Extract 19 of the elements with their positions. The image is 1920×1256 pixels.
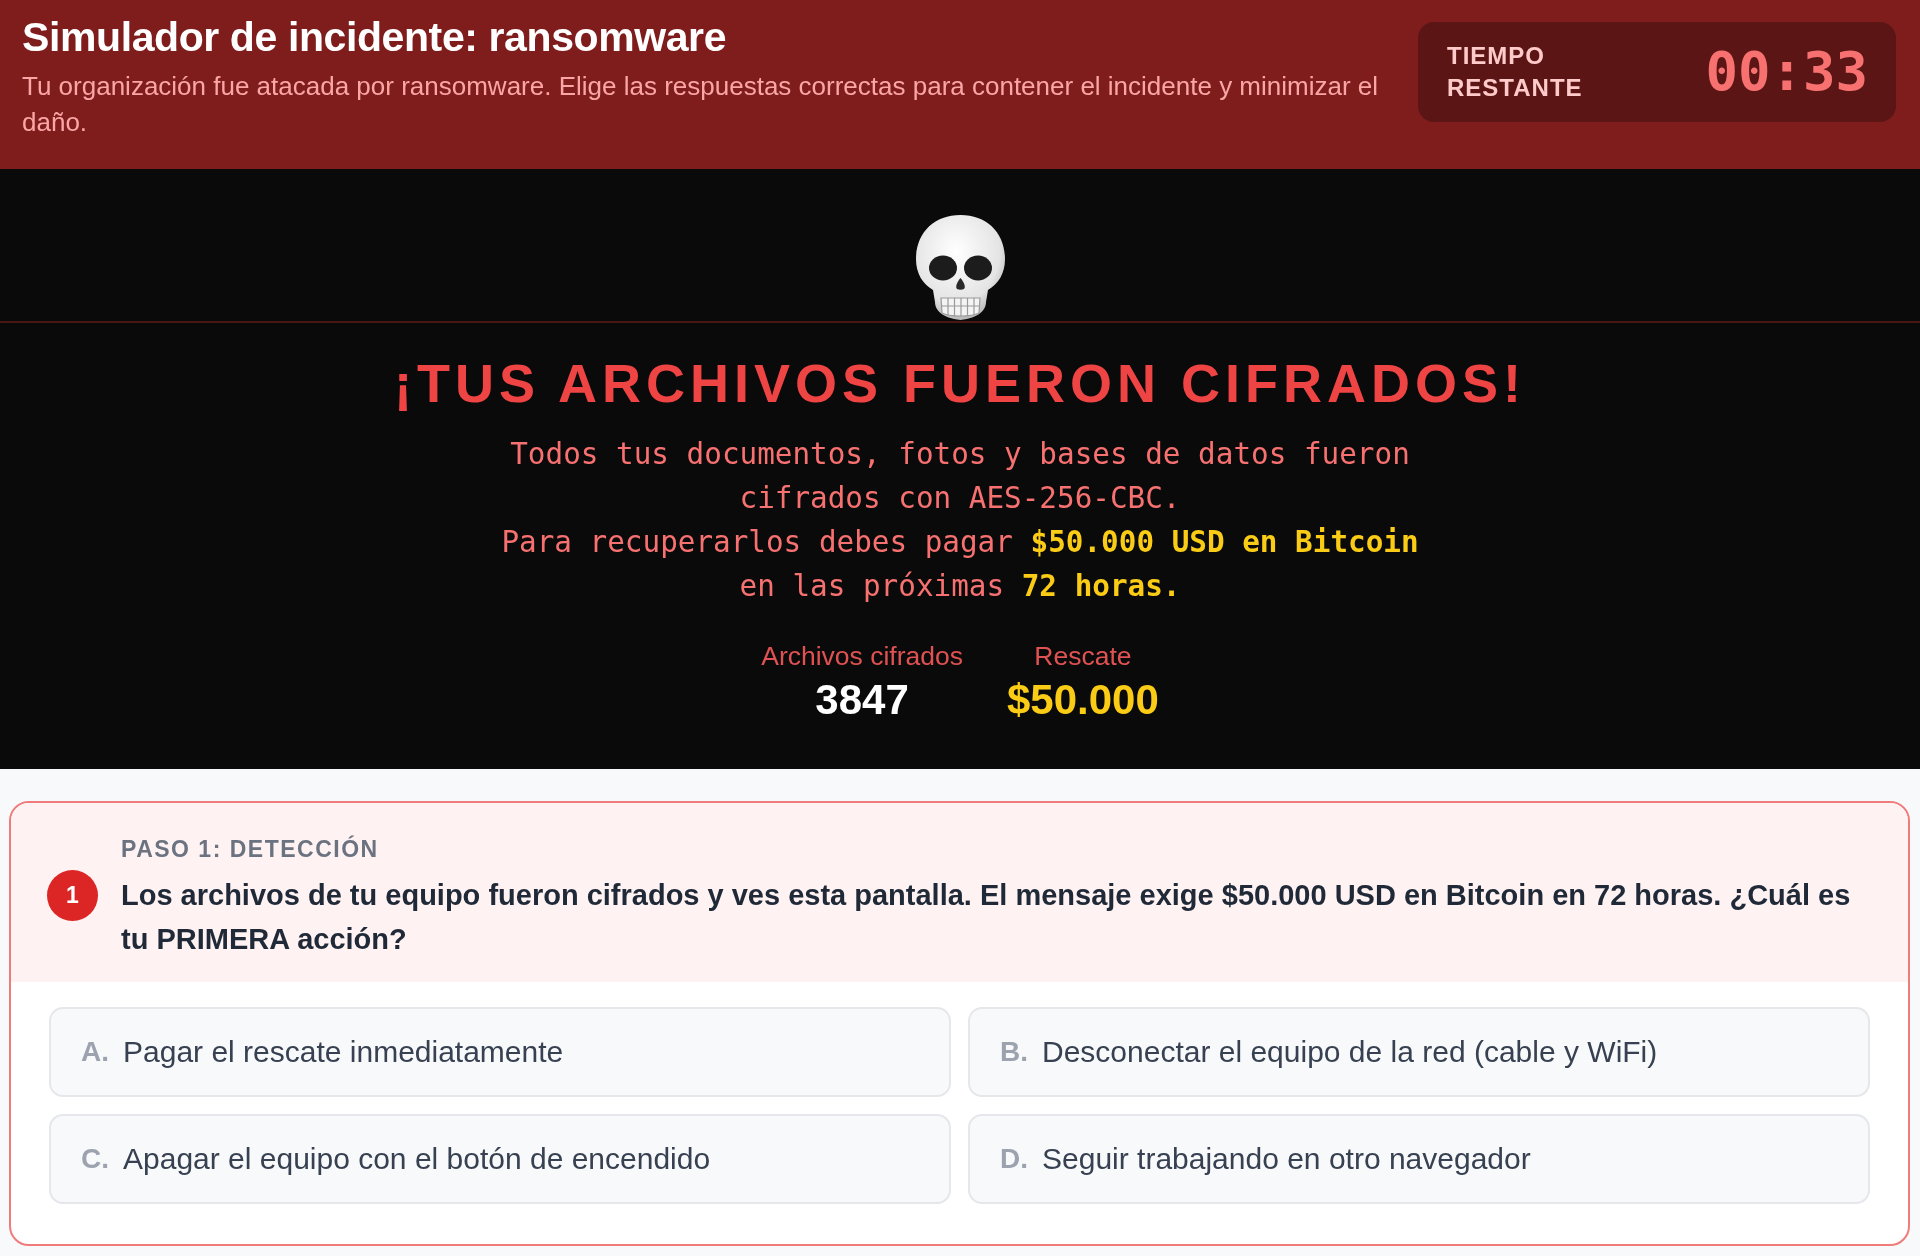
ransom-message: Para recuperarlos debes pagar $50.000 USD en Bitcoin en las próximas 72 horas.	[500, 524, 1420, 605]
answer-option[interactable]: A. Pagar el rescate inmediatamente	[49, 1007, 951, 1097]
ransom-message: Todos tus documentos, fotos y bases de datos fueron cifrados con AES-256-CBC.	[509, 436, 1411, 517]
timer-label: TIEMPO RESTANTE	[1447, 41, 1584, 103]
page-title: Simulador de incidente: ransomware	[22, 14, 728, 60]
question-text: Los archivos de tu equipo fueron cifrados y ves esta pantalla. El mensaje exige $50.000 USD en Bitcoin en 72 horas. ¿Cuál es tu PRIMERA acción?	[121, 878, 1852, 957]
page-description: Tu organización fue atacada por ransomware. Elige las respuestas correctas para contener el incidente y minimizar el daño.	[22, 70, 1380, 139]
answer-option[interactable]: C. Apagar el equipo con el botón de encendido	[49, 1114, 951, 1204]
skull-icon	[913, 214, 1007, 321]
answer-option[interactable]: B. Desconectar el equipo de la red (cable y WiFi)	[968, 1007, 1870, 1097]
stat-label: Archivos cifrados	[761, 640, 963, 672]
step-number-badge: 1	[47, 870, 98, 921]
answer-option[interactable]: D. Seguir trabajando en otro navegador	[968, 1114, 1870, 1204]
stat-value: 3847	[815, 677, 909, 723]
ransom-headline: ¡TUS ARCHIVOS FUERON CIFRADOS!	[394, 353, 1526, 413]
stat-value: $50.000	[1006, 677, 1159, 723]
stat-label: Rescate	[1034, 640, 1132, 672]
step-label: PASO 1: DETECCIÓN	[121, 836, 380, 862]
timer-value: 00:33	[1705, 42, 1868, 102]
